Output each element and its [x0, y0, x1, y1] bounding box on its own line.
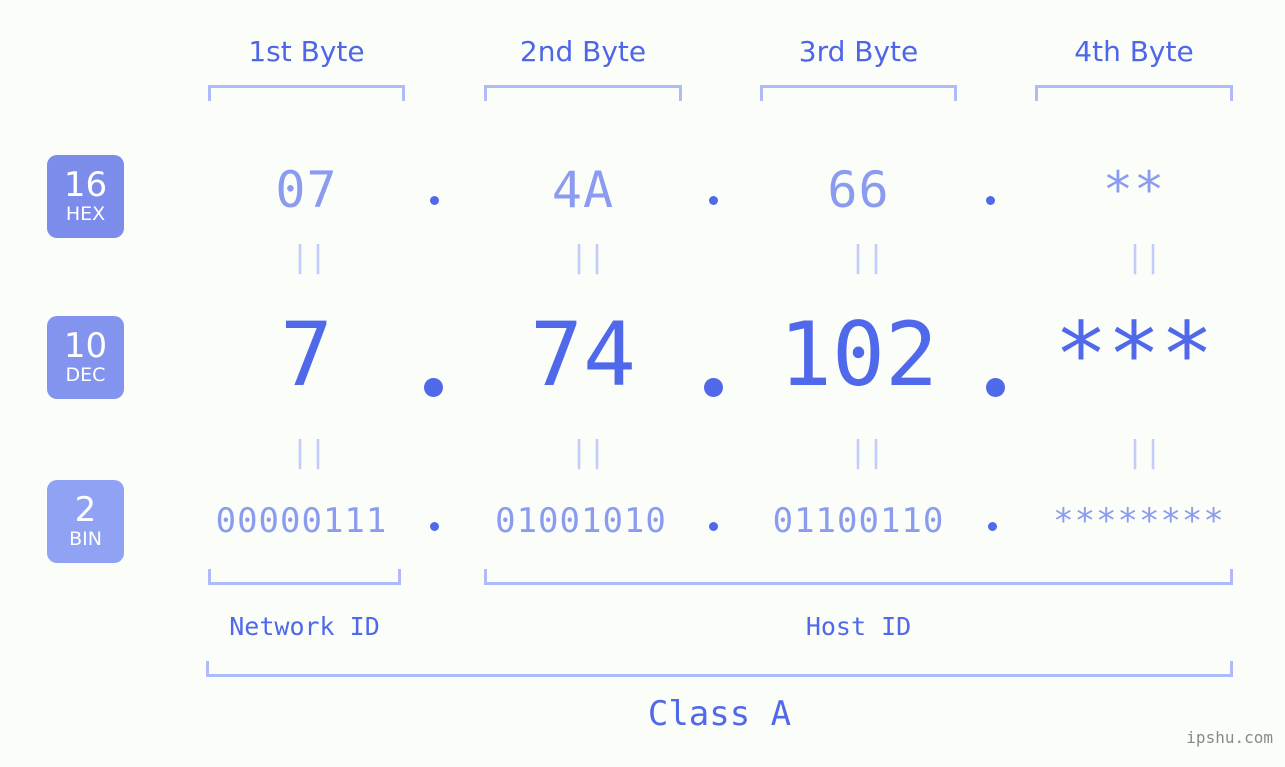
bin-separator-dot-1	[430, 522, 439, 531]
bin-value-row: 00000111 01001010 01100110 ********	[0, 492, 1285, 550]
byte-bracket-3	[760, 85, 957, 101]
byte-header-3: 3rd Byte	[798, 35, 919, 68]
byte-bracket-2	[484, 85, 682, 101]
equals-mark-hex-dec-1: ||	[291, 240, 328, 275]
dec-value-row: 7 74 102 ***	[0, 300, 1285, 410]
network-id-label: Network ID	[229, 612, 380, 641]
ip-address-breakdown-diagram: 1st Byte 2nd Byte 3rd Byte 4th Byte 16 H…	[0, 0, 1285, 767]
hex-separator-dot-3	[986, 196, 995, 205]
bin-byte-3: 01100110	[772, 501, 945, 541]
bin-byte-4: ********	[1053, 501, 1225, 541]
equals-mark-hex-dec-4: ||	[1126, 240, 1163, 275]
dec-separator-dot-2	[704, 378, 723, 397]
byte-header-1: 1st Byte	[248, 35, 365, 68]
dec-byte-1: 7	[280, 303, 333, 406]
class-label: Class A	[647, 694, 792, 734]
bin-byte-1: 00000111	[215, 501, 388, 541]
bin-byte-2: 01001010	[495, 501, 667, 541]
byte-header-4: 4th Byte	[1074, 35, 1194, 68]
hex-value-row: 07 4A 66 **	[0, 150, 1285, 230]
equals-mark-hex-dec-3: ||	[849, 240, 886, 275]
hex-byte-2: 4A	[551, 161, 615, 219]
dec-separator-dot-1	[424, 378, 443, 397]
hex-separator-dot-1	[430, 196, 439, 205]
equals-mark-dec-bin-3: ||	[849, 435, 886, 470]
class-bracket	[206, 661, 1233, 677]
equals-mark-hex-dec-2: ||	[570, 240, 607, 275]
byte-header-2: 2nd Byte	[519, 35, 647, 68]
equals-mark-dec-bin-2: ||	[570, 435, 607, 470]
hex-byte-1: 07	[275, 161, 338, 219]
bin-separator-dot-3	[988, 522, 997, 531]
dec-byte-4: ***	[1054, 303, 1214, 406]
hex-byte-4: **	[1102, 161, 1166, 219]
network-id-bracket	[208, 569, 401, 585]
dec-separator-dot-3	[986, 378, 1005, 397]
hex-byte-3: 66	[827, 161, 890, 219]
dec-byte-3: 102	[779, 303, 938, 406]
equals-mark-dec-bin-1: ||	[291, 435, 328, 470]
host-id-label: Host ID	[805, 612, 912, 641]
hex-separator-dot-2	[709, 196, 718, 205]
byte-bracket-1	[208, 85, 405, 101]
byte-bracket-4	[1035, 85, 1233, 101]
dec-byte-2: 74	[530, 303, 636, 406]
host-id-bracket	[484, 569, 1233, 585]
equals-mark-dec-bin-4: ||	[1126, 435, 1163, 470]
site-watermark: ipshu.com	[1186, 728, 1273, 747]
bin-separator-dot-2	[709, 522, 718, 531]
